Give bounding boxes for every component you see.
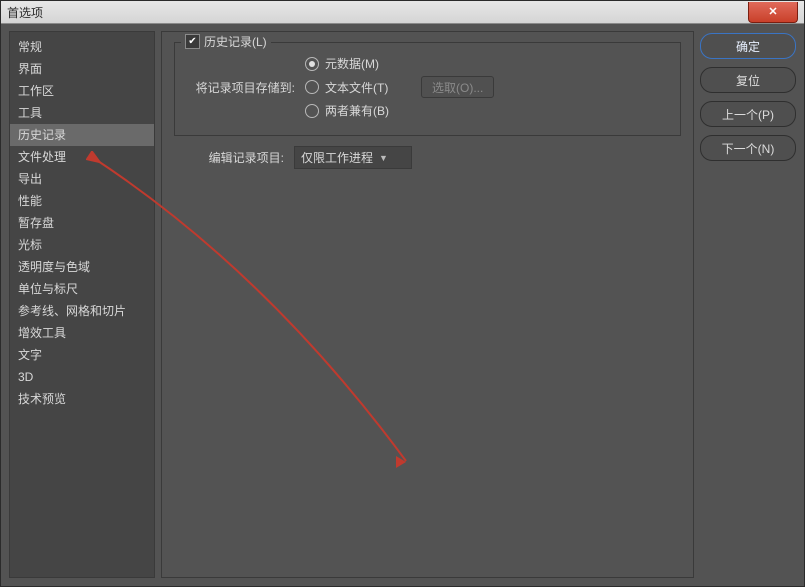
history-log-checkbox-label: 历史记录(L) (204, 33, 267, 50)
sidebar-item-file-handling[interactable]: 文件处理 (10, 146, 154, 168)
edit-log-select[interactable]: 仅限工作进程 ▼ (294, 146, 412, 169)
choose-file-button[interactable]: 选取(O)... (421, 76, 494, 98)
titlebar: 首选项 ✕ (1, 1, 804, 24)
sidebar-item-3d[interactable]: 3D (10, 366, 154, 388)
sidebar-item-performance[interactable]: 性能 (10, 190, 154, 212)
sidebar-item-scratch-disks[interactable]: 暂存盘 (10, 212, 154, 234)
sidebar-item-general[interactable]: 常规 (10, 36, 154, 58)
sidebar-item-units-rulers[interactable]: 单位与标尺 (10, 278, 154, 300)
sidebar-item-workspace[interactable]: 工作区 (10, 80, 154, 102)
radio-metadata-label: 元数据(M) (325, 55, 415, 72)
close-button[interactable]: ✕ (748, 2, 798, 23)
history-log-checkbox[interactable] (185, 34, 200, 49)
category-sidebar: 常规 界面 工作区 工具 历史记录 文件处理 导出 性能 暂存盘 光标 透明度与… (9, 31, 155, 578)
window-title: 首选项 (7, 4, 43, 21)
sidebar-item-cursors[interactable]: 光标 (10, 234, 154, 256)
save-to-label: 将记录项目存储到: (185, 79, 299, 96)
chevron-down-icon: ▼ (379, 153, 388, 163)
edit-log-label: 编辑记录项目: (176, 149, 288, 166)
sidebar-item-tech-preview[interactable]: 技术预览 (10, 388, 154, 410)
sidebar-item-history-log[interactable]: 历史记录 (10, 124, 154, 146)
radio-metadata[interactable] (305, 57, 319, 71)
save-to-row-both: 两者兼有(B) (185, 102, 670, 119)
radio-textfile[interactable] (305, 80, 319, 94)
ok-button[interactable]: 确定 (700, 33, 796, 59)
group-legend: 历史记录(L) (181, 33, 271, 50)
history-log-group: 历史记录(L) 元数据(M) 将记录项目存储到: 文本文件(T) 选取(O)..… (174, 42, 681, 136)
action-buttons: 确定 复位 上一个(P) 下一个(N) (700, 31, 796, 578)
prev-button[interactable]: 上一个(P) (700, 101, 796, 127)
sidebar-item-guides-grid-slices[interactable]: 参考线、网格和切片 (10, 300, 154, 322)
sidebar-item-tools[interactable]: 工具 (10, 102, 154, 124)
sidebar-item-plugins[interactable]: 增效工具 (10, 322, 154, 344)
window-body: 常规 界面 工作区 工具 历史记录 文件处理 导出 性能 暂存盘 光标 透明度与… (1, 23, 804, 586)
reset-button[interactable]: 复位 (700, 67, 796, 93)
edit-log-row: 编辑记录项目: 仅限工作进程 ▼ (176, 146, 681, 169)
sidebar-item-transparency-gamut[interactable]: 透明度与色域 (10, 256, 154, 278)
sidebar-item-interface[interactable]: 界面 (10, 58, 154, 80)
save-to-row-metadata: 元数据(M) (185, 55, 670, 72)
sidebar-item-export[interactable]: 导出 (10, 168, 154, 190)
preferences-window: 首选项 ✕ 常规 界面 工作区 工具 历史记录 文件处理 导出 性能 暂存盘 光… (0, 0, 805, 587)
close-icon: ✕ (768, 5, 777, 18)
sidebar-item-type[interactable]: 文字 (10, 344, 154, 366)
next-button[interactable]: 下一个(N) (700, 135, 796, 161)
save-to-row-textfile: 将记录项目存储到: 文本文件(T) 选取(O)... (185, 76, 670, 98)
radio-textfile-label: 文本文件(T) (325, 79, 415, 96)
radio-both[interactable] (305, 104, 319, 118)
radio-both-label: 两者兼有(B) (325, 102, 415, 119)
edit-log-select-value: 仅限工作进程 (301, 149, 373, 166)
main-panel: 历史记录(L) 元数据(M) 将记录项目存储到: 文本文件(T) 选取(O)..… (161, 31, 694, 578)
